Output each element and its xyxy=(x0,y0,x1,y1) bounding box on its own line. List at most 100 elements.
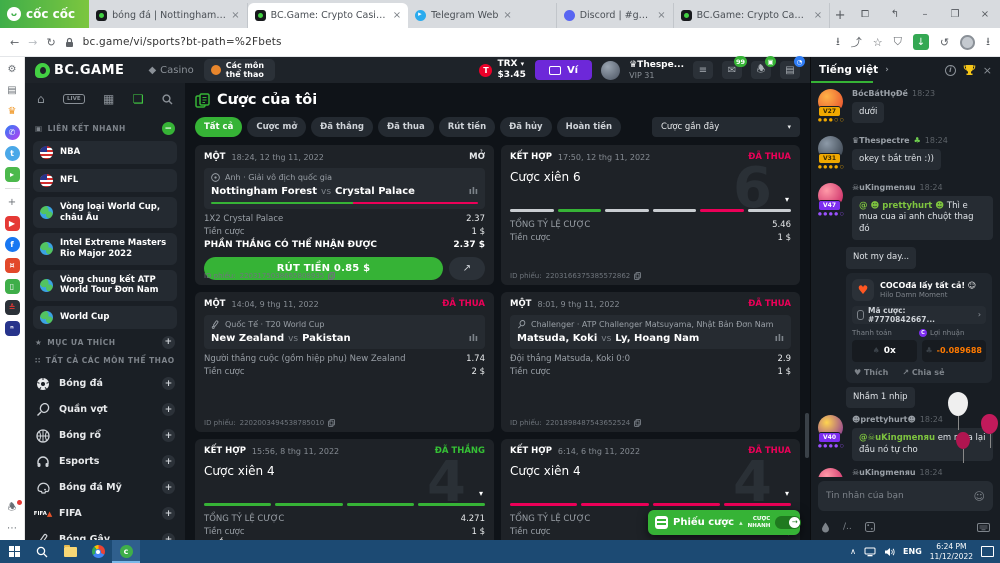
expand-caret-icon[interactable]: ▾ xyxy=(479,489,483,498)
username[interactable]: BócBátHọĐề xyxy=(852,89,908,98)
sidebar-item-nba[interactable]: NBA xyxy=(33,141,177,164)
tab-bcgame-2[interactable]: BC.Game: Crypto Casino Gan × xyxy=(674,3,831,28)
share-bet-button[interactable]: ↗ xyxy=(449,257,485,280)
save-page-icon[interactable]: ⭳ xyxy=(836,33,840,52)
tab-history-icon[interactable]: ↰ xyxy=(880,9,910,20)
rain-feature-icon[interactable] xyxy=(821,522,830,533)
share-button[interactable]: ↗ Chia sẻ xyxy=(902,368,944,377)
sidebar-item-wc-qualifiers[interactable]: Vòng loại World Cup, châu Âu xyxy=(33,197,177,228)
bet-code-row[interactable]: Mã cược: #7770842667... › xyxy=(852,306,986,324)
search-icon[interactable] xyxy=(162,94,173,105)
close-chat-icon[interactable]: × xyxy=(983,64,992,77)
crown-rewards-icon[interactable]: ♛ xyxy=(5,104,20,119)
profile-avatar-icon[interactable] xyxy=(960,35,975,50)
mail-icon[interactable]: ✉ 99 xyxy=(722,61,742,79)
facebook-icon[interactable]: f xyxy=(5,237,20,252)
maximize-button[interactable]: ❐ xyxy=(940,9,970,20)
home-icon[interactable]: ⌂ xyxy=(37,92,45,106)
my-bets-icon[interactable]: ❏ xyxy=(133,92,144,106)
like-button[interactable]: ♥ Thích xyxy=(854,368,888,377)
match-box[interactable]: Challenger · ATP Challenger Matsuyama, N… xyxy=(510,315,791,349)
education-icon[interactable]: ≙ xyxy=(5,300,20,315)
username[interactable]: ☠uKingmenяu xyxy=(852,183,916,192)
download-extension-icon[interactable]: ↓ xyxy=(913,34,929,50)
downloads-tray-icon[interactable]: ⭳ xyxy=(986,33,990,52)
mention[interactable]: @ ☻ prettyhurt ☻ xyxy=(859,201,944,211)
chat-toggle-icon[interactable]: ▤ ◔ xyxy=(780,61,800,79)
add-shortcut-icon[interactable]: + xyxy=(5,195,20,210)
stats-icon[interactable]: ılı xyxy=(775,334,784,344)
more-options-icon[interactable]: ⋯ xyxy=(5,521,20,536)
username[interactable]: ☠uKingmenяu xyxy=(852,468,916,477)
chevron-right-icon[interactable]: › xyxy=(885,65,889,75)
live-icon[interactable]: LIVE xyxy=(63,94,85,104)
show-hidden-icons[interactable]: ∧ xyxy=(850,547,856,556)
copy-icon[interactable] xyxy=(328,419,335,427)
info-icon[interactable]: i xyxy=(945,65,956,76)
twitter-icon[interactable]: t xyxy=(5,146,20,161)
expand-plus-icon[interactable]: + xyxy=(162,455,175,468)
gif-keyboard-icon[interactable] xyxy=(977,523,990,532)
quick-bet-toggle[interactable] xyxy=(775,516,801,529)
filter-won[interactable]: Đã thắng xyxy=(311,117,373,137)
filter-open[interactable]: Cược mở xyxy=(247,117,306,137)
tab-close-icon[interactable]: × xyxy=(814,10,822,21)
user-meta[interactable]: ♛Thespe... VIP 31 xyxy=(629,60,684,80)
filter-cashout[interactable]: Rút tiền xyxy=(439,117,495,137)
mention[interactable]: @☠uKingmenяu xyxy=(859,433,935,443)
copy-icon[interactable] xyxy=(634,419,641,427)
match-box[interactable]: Quốc Tế · T20 World Cup New Zealand vs P… xyxy=(204,315,485,349)
taskbar-search-icon[interactable] xyxy=(28,540,56,563)
user-avatar[interactable] xyxy=(601,61,620,80)
bet-card-single[interactable]: MỘT 14:04, 9 thg 11, 2022 ĐÃ THUA Quốc T… xyxy=(195,292,494,432)
sidebar-item-nfl[interactable]: NFL xyxy=(33,169,177,192)
settings-gear-icon[interactable]: ⚙ xyxy=(5,62,20,77)
sidebar-item-fifa[interactable]: FIFA▲ FIFA + xyxy=(33,501,177,527)
newsfeed-icon[interactable]: ▤ xyxy=(5,83,20,98)
tab-bcgame-active[interactable]: BC.Game: Crypto Casino Gan × xyxy=(248,3,408,28)
emoji-smiley-icon[interactable]: ☺ xyxy=(974,490,985,503)
add-favorite-icon[interactable]: + xyxy=(162,336,175,349)
sidebar-item-cricket[interactable]: Bóng Gậy + xyxy=(33,527,177,540)
sync-icon[interactable]: ↺ xyxy=(940,36,949,49)
shield-icon[interactable]: ⛉ xyxy=(894,35,902,49)
filter-refunded[interactable]: Hoàn tiền xyxy=(557,117,622,137)
tab-football[interactable]: bóng đá | Nottingham Fores × xyxy=(89,3,248,28)
url-text[interactable]: bc.game/vi/sports?bt-path=%2Fbets xyxy=(83,36,282,48)
copy-icon[interactable] xyxy=(328,272,335,280)
collapse-minus-icon[interactable]: − xyxy=(162,122,175,135)
slash-commands-icon[interactable]: /.. xyxy=(843,522,852,532)
bet-card-combo[interactable]: KẾT HỢP 15:56, 8 thg 11, 2022 ĐÃ THẮNG 4… xyxy=(195,439,494,540)
flag-bookmark-icon[interactable]: ⁿ xyxy=(5,321,20,336)
taskbar-clock[interactable]: 6:24 PM11/12/2022 xyxy=(930,542,973,562)
tab-close-icon[interactable]: × xyxy=(231,10,239,21)
filter-lost[interactable]: Đã thua xyxy=(378,117,434,137)
dice-icon[interactable] xyxy=(865,522,875,532)
bet-card-single[interactable]: MỘT 18:24, 12 thg 11, 2022 MỞ Anh · Giải… xyxy=(195,145,494,285)
expand-caret-icon[interactable]: ▾ xyxy=(785,195,789,204)
tab-close-icon[interactable]: × xyxy=(657,10,665,21)
filter-cancelled[interactable]: Đã hủy xyxy=(500,117,551,137)
youtube-icon[interactable]: ▶ xyxy=(5,216,20,231)
sidebar-item-world-cup[interactable]: World Cup xyxy=(33,306,177,329)
sidebar-item-esports[interactable]: Esports + xyxy=(33,449,177,475)
back-icon[interactable]: ← xyxy=(10,36,19,49)
wallet-button[interactable]: Ví xyxy=(535,60,592,80)
stats-icon[interactable]: ılı xyxy=(469,334,478,344)
network-icon[interactable] xyxy=(864,547,876,557)
volume-icon[interactable] xyxy=(884,547,895,557)
reading-mode-icon[interactable]: ⧠ xyxy=(850,9,880,20)
tab-close-icon[interactable]: × xyxy=(503,10,511,21)
expand-caret-icon[interactable]: ▾ xyxy=(785,489,789,498)
expand-plus-icon[interactable]: + xyxy=(162,507,175,520)
filter-all[interactable]: Tất cả xyxy=(195,117,242,137)
copy-icon[interactable] xyxy=(634,272,641,280)
expand-plus-icon[interactable]: + xyxy=(162,533,175,540)
sidebar-item-football[interactable]: Bóng đá + xyxy=(33,371,177,397)
bcgame-logo[interactable]: BC.GAME xyxy=(35,63,124,78)
avatar[interactable] xyxy=(818,468,843,477)
betslip-fab[interactable]: Phiếu cược ▴ CƯỢC NHANH xyxy=(648,510,800,535)
sidebar-item-basketball[interactable]: Bóng rổ + xyxy=(33,423,177,449)
bet-card-combo[interactable]: KẾT HỢP 17:50, 12 thg 11, 2022 ĐÃ THUA 6… xyxy=(501,145,800,285)
nav-casino[interactable]: ◆ Casino xyxy=(148,65,193,76)
